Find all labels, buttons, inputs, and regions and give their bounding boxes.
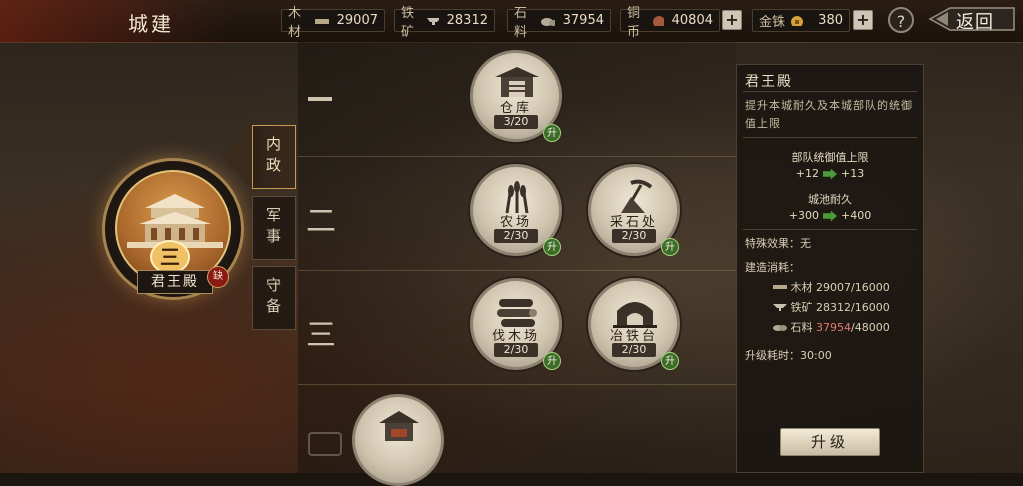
building-level: 2/30 — [494, 343, 538, 357]
add-gold-button[interactable]: + — [853, 10, 873, 30]
arrow-right-icon — [823, 168, 837, 180]
building-name: 仓库 — [499, 101, 532, 116]
stat-durability-label: 城池耐久 — [808, 193, 852, 206]
missing-badge: 缺 — [207, 266, 229, 288]
tier-4-label — [308, 432, 342, 456]
gold-coin-icon — [791, 15, 804, 26]
resource-stone: 石料 37954 — [507, 6, 611, 40]
resource-wood: 木材 29007 — [281, 6, 385, 40]
building-name: 伐木场 — [491, 329, 540, 344]
stat-command-label: 部队统御值上限 — [791, 151, 869, 164]
upgrade-badge-smelter[interactable]: 升 — [661, 352, 679, 370]
tier-2-label: 二 — [306, 204, 336, 239]
wood-icon — [773, 285, 787, 289]
tab-military[interactable]: 军事 — [252, 196, 296, 260]
building-level: 2/30 — [612, 343, 656, 357]
arrow-right-icon — [823, 210, 837, 222]
tab-internal-affairs[interactable]: 内政 — [252, 125, 296, 189]
main-hall-level: 三 — [150, 240, 190, 274]
pickaxe-icon — [621, 179, 653, 213]
wood-icon — [314, 18, 329, 24]
detail-title: 君王殿 — [745, 74, 793, 90]
stat-durability-change: +300 +400 — [788, 209, 872, 222]
building-name: 冶铁台 — [609, 329, 658, 344]
logs-icon — [497, 299, 537, 327]
market-icon — [379, 411, 419, 441]
building-name: 农场 — [499, 215, 532, 230]
tab-defense[interactable]: 守备 — [252, 266, 296, 330]
building-level: 2/30 — [612, 229, 656, 243]
resource-gold: 金铢 380 — [752, 9, 850, 32]
upgrade-badge-farm[interactable]: 升 — [543, 238, 561, 256]
copper-coin-icon — [653, 15, 664, 26]
cost-stone: 石料 37954/48000 — [773, 319, 890, 335]
resource-copper: 铜币 40804 — [620, 6, 720, 40]
resource-iron: 铁矿 28312 — [394, 6, 495, 40]
back-button[interactable]: 返回 — [928, 6, 1016, 33]
upgrade-badge-lumberyard[interactable]: 升 — [543, 352, 561, 370]
cost-wood: 木材 29007/16000 — [773, 279, 890, 295]
page-title: 城建 — [128, 12, 174, 36]
tier-1-label: 一 — [306, 82, 334, 117]
active-tab-pointer — [222, 125, 252, 189]
furnace-icon — [613, 302, 657, 328]
warehouse-icon — [495, 67, 539, 97]
cost-iron: 铁矿 28312/16000 — [773, 299, 890, 315]
upgrade-button[interactable]: 升级 — [780, 428, 880, 456]
stat-command-change: +12 +13 — [795, 167, 865, 180]
upgrade-time: 升级耗时：30:00 — [745, 349, 832, 362]
building-level: 2/30 — [494, 229, 538, 243]
building-level: 3/20 — [494, 115, 538, 129]
cost-title: 建造消耗： — [745, 261, 800, 274]
back-label: 返回 — [956, 12, 994, 33]
wheat-icon — [505, 181, 529, 214]
special-effect: 特殊效果：无 — [745, 237, 811, 250]
building-name: 采石处 — [609, 215, 658, 230]
iron-icon — [773, 304, 787, 311]
tier-3-label: 三 — [306, 318, 336, 353]
stone-icon — [773, 325, 787, 331]
upgrade-badge-warehouse[interactable]: 升 — [543, 124, 561, 142]
stone-icon — [540, 17, 555, 26]
building-next-tier[interactable] — [352, 394, 444, 486]
detail-panel: 君王殿 提升本城耐久及本城部队的统御值上限 部队统御值上限 +12 +13 城池耐… — [736, 64, 924, 473]
help-button[interactable]: ? — [888, 7, 914, 33]
add-copper-button[interactable]: + — [722, 10, 742, 30]
detail-description: 提升本城耐久及本城部队的统御值上限 — [745, 99, 913, 130]
upgrade-badge-quarry[interactable]: 升 — [661, 238, 679, 256]
main-hall-name: 君王殿 — [137, 270, 213, 294]
iron-icon — [426, 17, 439, 25]
